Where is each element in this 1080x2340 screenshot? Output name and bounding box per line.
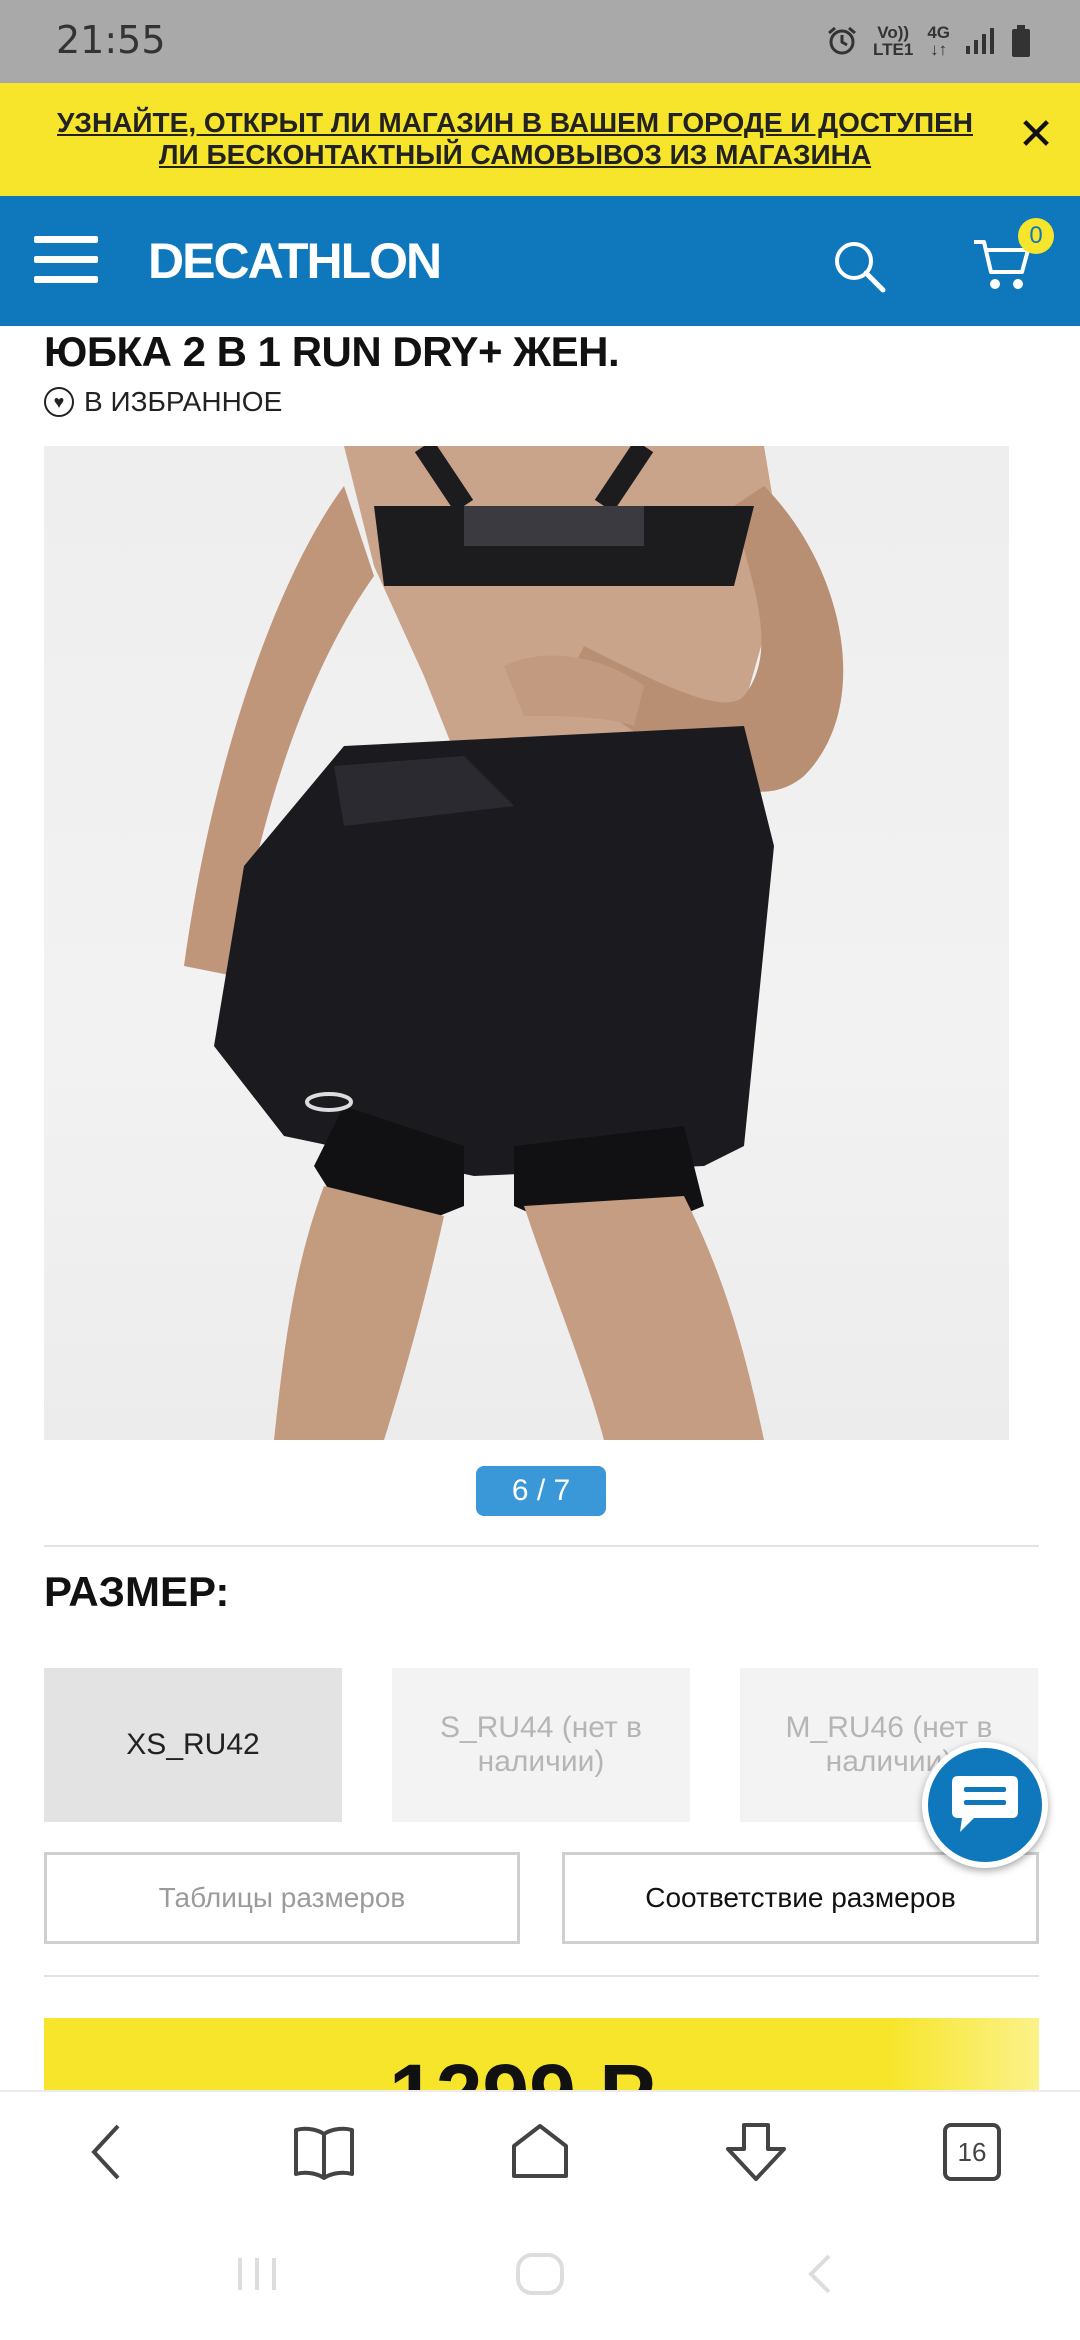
product-title: ЮБКА 2 В 1 RUN DRY+ ЖЕН. (44, 328, 620, 375)
tabs-icon[interactable]: 16 (936, 2116, 1008, 2188)
favorite-label: В ИЗБРАННОЕ (84, 386, 283, 417)
system-nav-bar (0, 2210, 1080, 2340)
divider (44, 1545, 1039, 1547)
chat-icon (952, 1776, 1018, 1832)
product-photo (184, 446, 844, 1440)
price-bar: 1299 P (44, 2018, 1039, 2090)
close-icon[interactable]: ✕ (1014, 113, 1058, 157)
battery-icon (1012, 25, 1030, 57)
size-table-button[interactable]: Таблицы размеров (44, 1852, 520, 1944)
browser-toolbar: 16 (0, 2090, 1080, 2210)
size-fit-button[interactable]: Соответствие размеров (562, 1852, 1039, 1944)
status-bar: 21:55 Vo)) LTE1 4G ↓↑ (0, 0, 1080, 83)
status-icons: Vo)) LTE1 4G ↓↑ (825, 16, 1032, 66)
status-time: 21:55 (56, 18, 166, 62)
divider (44, 1975, 1039, 1977)
cart-count-badge: 0 (1018, 218, 1054, 254)
volte-icon: Vo)) LTE1 (873, 23, 914, 59)
gallery-counter: 6 / 7 (476, 1466, 606, 1516)
home-button-icon[interactable] (512, 2248, 568, 2300)
size-label: РАЗМЕР: (44, 1568, 230, 1615)
size-option-xs[interactable]: XS_RU42 (44, 1668, 342, 1822)
search-icon[interactable] (832, 239, 886, 293)
decathlon-logo[interactable]: DECATHLON (148, 232, 442, 290)
banner-link[interactable]: Узнайте, открыт ли магазин в вашем город… (40, 107, 990, 171)
heart-icon: ♥ (44, 387, 74, 417)
recent-apps-icon[interactable] (232, 2248, 282, 2300)
home-icon[interactable] (504, 2116, 576, 2188)
signal-icon (966, 28, 994, 54)
alarm-icon (828, 26, 856, 55)
system-back-icon[interactable] (800, 2248, 840, 2300)
add-to-favorites[interactable]: ♥ В ИЗБРАННОЕ (44, 386, 282, 418)
size-option-s[interactable]: S_RU44 (нет в наличии) (392, 1668, 690, 1822)
menu-icon[interactable] (34, 236, 98, 284)
chat-button[interactable] (922, 1742, 1048, 1868)
4g-icon: 4G ↓↑ (927, 23, 950, 59)
store-info-banner: Узнайте, открыт ли магазин в вашем город… (0, 83, 1080, 196)
back-icon[interactable] (70, 2116, 142, 2188)
product-image[interactable] (44, 446, 1009, 1440)
product-price: 1299 P (389, 2046, 655, 2090)
bookmarks-icon[interactable] (288, 2116, 360, 2188)
header-navbar: DECATHLON (0, 196, 1080, 326)
download-icon[interactable] (720, 2116, 792, 2188)
